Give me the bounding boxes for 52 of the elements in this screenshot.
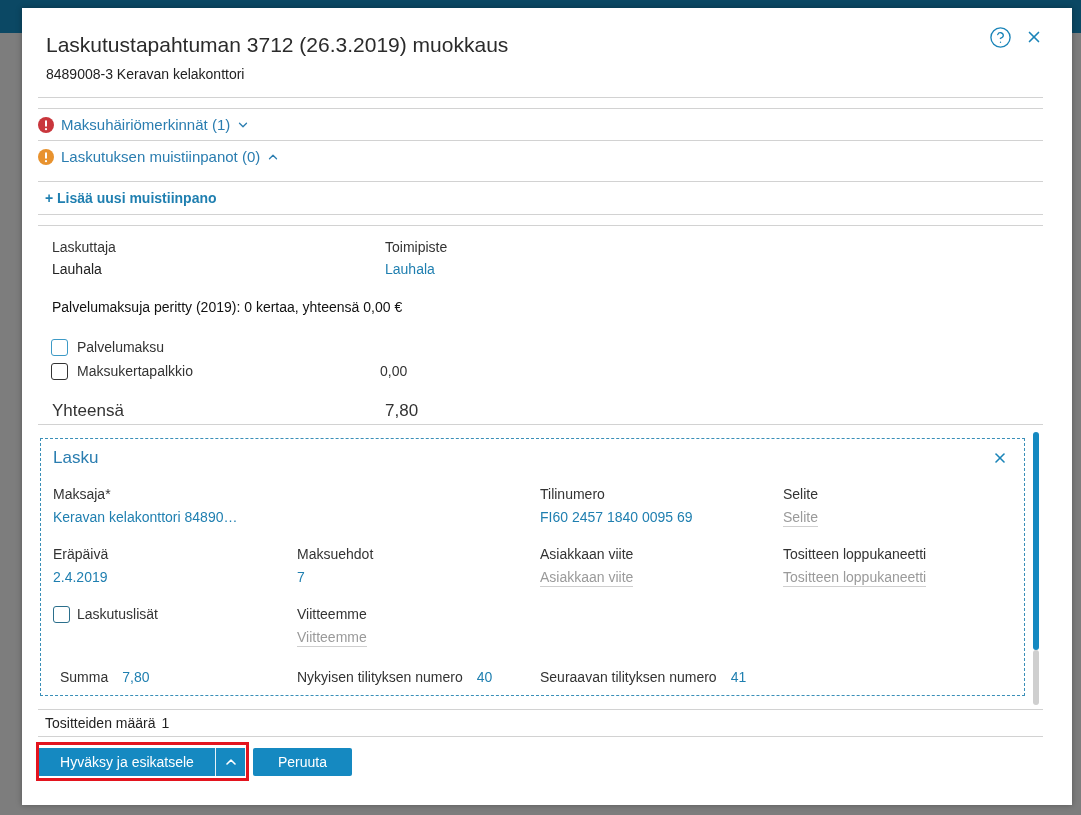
checkbox-label: Laskutuslisät — [77, 605, 158, 623]
footer-value: 40 — [476, 668, 493, 687]
info-label: Toimipiste — [385, 238, 448, 257]
input-field[interactable]: Viitteemme — [297, 627, 367, 647]
panel-close-button[interactable] — [992, 450, 1008, 466]
dialog-title: Laskutustapahtuman 3712 (26.3.2019) muokkaus — [46, 32, 509, 58]
input-field[interactable]: Asiakkaan viite — [540, 567, 634, 587]
field-value-link[interactable]: 2.4.2019 — [53, 567, 108, 587]
help-icon — [989, 25, 1012, 49]
count-value: 1 — [161, 714, 170, 733]
add-note-link[interactable]: + Lisää uusi muistiinpano — [45, 188, 217, 208]
input-field[interactable]: Tositteen loppukaneetti — [783, 567, 927, 587]
fee-summary-text: Palvelumaksuja peritty (2019): 0 kertaa, yhteensä 0,00 € — [52, 298, 403, 317]
primary-button[interactable]: Hyväksy ja esikatsele — [39, 748, 215, 776]
help-button[interactable] — [989, 25, 1012, 49]
field-label: Eräpäivä — [53, 545, 109, 563]
panel-title: Lasku — [53, 447, 99, 469]
total-value: 7,80 — [385, 400, 419, 422]
footer-label: Nykyisen tilityksen numero — [297, 668, 463, 687]
field-label: Selite — [783, 485, 819, 503]
footer-value: 41 — [730, 668, 747, 687]
dropdown-button[interactable] — [215, 748, 245, 776]
footer-label: Seuraavan tilityksen numero — [540, 668, 717, 687]
checkbox[interactable] — [51, 338, 68, 356]
field-label: Asiakkaan viite — [540, 545, 634, 563]
field-label: Tilinumero — [540, 485, 605, 503]
info-label: Laskuttaja — [52, 238, 116, 257]
field-value-link[interactable]: FI60 2457 1840 0095 69 — [540, 507, 693, 527]
field-label: Viitteemme — [297, 605, 367, 623]
dialog-subtitle: 8489008-3 Keravan kelakonttori — [46, 65, 245, 83]
info-value-link[interactable]: Lauhala — [385, 259, 435, 279]
checkbox-label: Maksukertapalkkio — [77, 362, 193, 381]
footer-label: Summa — [60, 668, 109, 687]
scrollbar-thumb[interactable] — [1033, 432, 1039, 650]
close-icon — [992, 450, 1008, 466]
input-field[interactable]: Selite — [783, 507, 819, 527]
field-label: Tositteen loppukaneetti — [783, 545, 927, 563]
info-value: Lauhala — [52, 260, 102, 279]
checkbox-label: Palvelumaksu — [77, 338, 165, 357]
field-value-link[interactable]: 7 — [297, 567, 305, 587]
fee-amount: 0,00 — [380, 362, 408, 381]
section-toggle[interactable]: Maksuhäiriömerkinnät (1) — [61, 114, 251, 135]
footer-value: 7,80 — [122, 668, 150, 687]
section-toggle[interactable]: Laskutuksen muistiinpanot (0) — [61, 147, 281, 167]
cancel-button[interactable]: Peruuta — [253, 748, 352, 776]
checkbox[interactable] — [51, 362, 68, 380]
field-label: Maksuehdot — [297, 545, 374, 563]
count-label: Tositteiden määrä — [45, 714, 156, 733]
field-value-link[interactable]: Keravan kelakonttori 84890… — [53, 507, 238, 527]
checkbox[interactable] — [53, 605, 70, 623]
total-label: Yhteensä — [52, 400, 124, 422]
field-label: Maksaja* — [53, 485, 111, 503]
